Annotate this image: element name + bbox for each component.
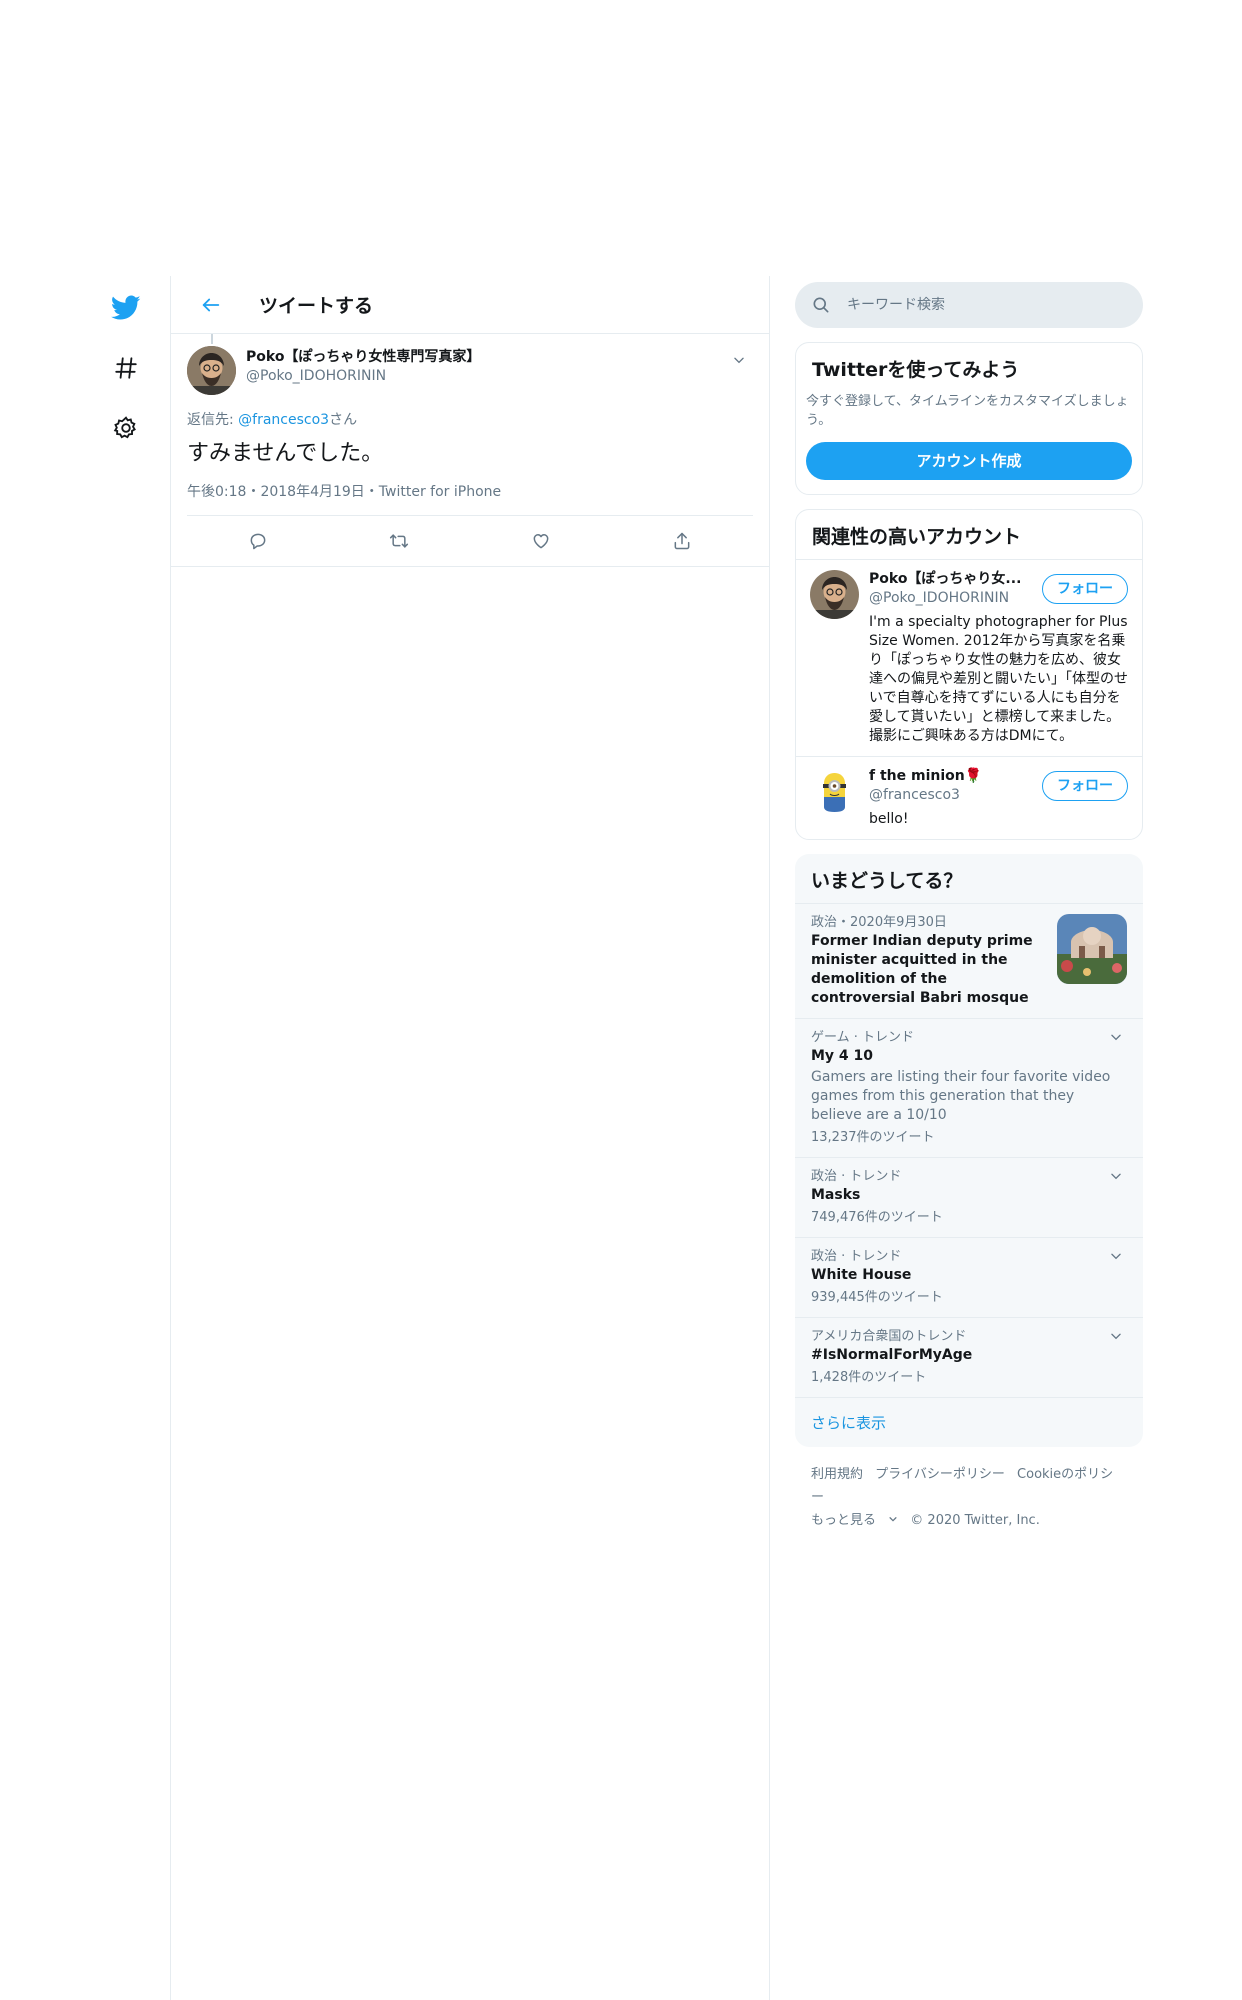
create-account-button[interactable]: アカウント作成 [806, 442, 1132, 480]
tweet-menu-button[interactable] [725, 346, 753, 374]
trend-menu-button[interactable] [1109, 1029, 1129, 1049]
twitter-bird-icon [111, 295, 141, 320]
search-icon [813, 297, 829, 313]
settings-button[interactable] [108, 410, 144, 446]
account-handle[interactable]: @francesco3 [869, 786, 1042, 805]
back-button[interactable] [191, 285, 231, 325]
tweet-detail: Poko【ぽっちゃり女性専門写真家】 @Poko_IDOHORININ 返信先:… [171, 334, 769, 567]
gear-icon [113, 416, 136, 439]
chevron-down-icon [734, 357, 744, 364]
signup-card: Twitterを使ってみよう 今すぐ登録して、タイムラインをカスタマイズしましょ… [795, 342, 1143, 495]
who-to-follow-card: 関連性の高いアカウント Poko【ぽっちゃり女... @Poko_IDOHORI… [795, 509, 1143, 840]
trend-name: Masks [811, 1187, 861, 1203]
tweet-actions [187, 516, 753, 566]
reply-handle-link[interactable]: @francesco3 [238, 412, 329, 428]
tweet-timestamp[interactable]: 午後0:18・2018年4月19日・Twitter for iPhone [187, 481, 753, 516]
terms-link[interactable]: 利用規約 [811, 1467, 863, 1482]
chevron-down-icon [889, 1517, 897, 1522]
news-thumbnail [1057, 914, 1127, 984]
trend-context: 政治 · トレンド [811, 1249, 902, 1264]
privacy-link[interactable]: プライバシーポリシー [875, 1467, 1005, 1482]
trend-item[interactable]: アメリカ合衆国のトレンド #IsNormalForMyAge 1,428件のツイ… [795, 1317, 1143, 1397]
more-link[interactable]: もっと見る [811, 1513, 902, 1528]
share-button[interactable] [664, 523, 700, 559]
trend-menu-button[interactable] [1109, 1328, 1129, 1348]
signup-description: 今すぐ登録して、タイムラインをカスタマイズしましょう。 [806, 394, 1129, 428]
user-handle[interactable]: @Poko_IDOHORININ [246, 367, 725, 386]
minion-photo [810, 767, 859, 816]
twitter-logo-button[interactable] [108, 290, 144, 326]
profile-photo [810, 570, 859, 619]
reply-suffix: さん [329, 412, 358, 428]
chevron-down-icon [1111, 1034, 1121, 1041]
trend-context: 政治 · トレンド [811, 1169, 902, 1184]
profile-photo [187, 346, 236, 395]
trend-context: ゲーム · トレンド [811, 1030, 915, 1045]
signup-title: Twitterを使ってみよう [812, 359, 1020, 381]
main-header: ツイートする [171, 276, 769, 334]
retweet-button[interactable] [381, 523, 417, 559]
account-row[interactable]: Poko【ぽっちゃり女... @Poko_IDOHORININ フォロー I'm… [796, 559, 1142, 756]
explore-button[interactable] [108, 350, 144, 386]
chevron-down-icon [1111, 1333, 1121, 1340]
news-headline: Former Indian deputy prime minister acqu… [811, 933, 1033, 1006]
avatar[interactable] [810, 570, 859, 619]
trend-description: Gamers are listing their four favorite v… [811, 1069, 1111, 1123]
hashtag-icon [115, 357, 137, 379]
left-nav [108, 290, 148, 470]
reply-button[interactable] [240, 523, 276, 559]
avatar[interactable] [187, 346, 236, 395]
display-name[interactable]: Poko【ぽっちゃり女性専門写真家】 [246, 348, 725, 367]
page-title: ツイートする [259, 295, 374, 317]
who-to-follow-title: 関連性の高いアカウント [812, 526, 1022, 548]
trend-item[interactable]: ゲーム · トレンド My 4 10 Gamers are listing th… [795, 1018, 1143, 1157]
trend-tweet-count: 1,428件のツイート [811, 1370, 927, 1385]
trend-tweet-count: 13,237件のツイート [811, 1130, 935, 1145]
mosque-photo [1057, 914, 1127, 984]
trend-item[interactable]: 政治 · トレンド Masks 749,476件のツイート [795, 1157, 1143, 1237]
account-handle[interactable]: @Poko_IDOHORININ [869, 589, 1042, 608]
account-row[interactable]: f the minion🌹 @francesco3 フォロー bello! [796, 756, 1142, 839]
trend-tweet-count: 939,445件のツイート [811, 1290, 943, 1305]
trend-name: My 4 10 [811, 1048, 874, 1064]
right-sidebar: Twitterを使ってみよう 今すぐ登録して、タイムラインをカスタマイズしましょ… [795, 282, 1143, 1532]
thread-connector [211, 334, 213, 344]
trend-name: #IsNormalForMyAge [811, 1347, 973, 1363]
trend-tweet-count: 749,476件のツイート [811, 1210, 943, 1225]
reply-prefix: 返信先: [187, 412, 239, 428]
avatar[interactable] [810, 767, 859, 816]
trend-menu-button[interactable] [1109, 1168, 1129, 1188]
account-name[interactable]: Poko【ぽっちゃり女... [869, 570, 1042, 589]
follow-button[interactable]: フォロー [1042, 771, 1128, 801]
main-column: ツイートする Poko【ぽっちゃり女性専門写真家】 @Poko_IDOHORIN… [170, 276, 770, 2000]
footer: 利用規約 プライバシーポリシー Cookieのポリシー もっと見る © 2020… [795, 1463, 1143, 1532]
show-more-link[interactable]: さらに表示 [795, 1397, 1143, 1447]
share-icon [674, 532, 690, 550]
back-arrow-icon [202, 298, 220, 311]
search-input[interactable] [845, 296, 1105, 314]
chevron-down-icon [1111, 1173, 1121, 1180]
tweet-text: すみませんでした。 [187, 441, 384, 466]
search-bar[interactable] [795, 282, 1143, 328]
trend-item[interactable]: 政治 · トレンド White House 939,445件のツイート [795, 1237, 1143, 1317]
account-name[interactable]: f the minion🌹 [869, 767, 1042, 786]
trend-menu-button[interactable] [1109, 1248, 1129, 1268]
follow-button[interactable]: フォロー [1042, 574, 1128, 604]
trends-title: いまどうしてる？ [811, 870, 963, 892]
reply-context: 返信先: @francesco3さん [187, 409, 753, 429]
chevron-down-icon [1111, 1253, 1121, 1260]
news-item[interactable]: 政治・2020年9月30日 Former Indian deputy prime… [795, 903, 1143, 1018]
retweet-icon [390, 534, 409, 548]
more-label: もっと見る [811, 1513, 877, 1528]
heart-icon [533, 534, 549, 549]
account-bio: I'm a specialty photographer for Plus Si… [869, 614, 1128, 744]
copyright: © 2020 Twitter, Inc. [910, 1513, 1040, 1528]
like-button[interactable] [523, 523, 559, 559]
reply-icon [250, 533, 266, 550]
news-context: 政治・2020年9月30日 [811, 915, 947, 930]
trend-context: アメリカ合衆国のトレンド [811, 1329, 967, 1344]
trends-card: いまどうしてる？ 政治・2020年9月30日 Former Indian dep… [795, 854, 1143, 1447]
trend-name: White House [811, 1267, 912, 1283]
account-bio: bello! [869, 811, 909, 827]
